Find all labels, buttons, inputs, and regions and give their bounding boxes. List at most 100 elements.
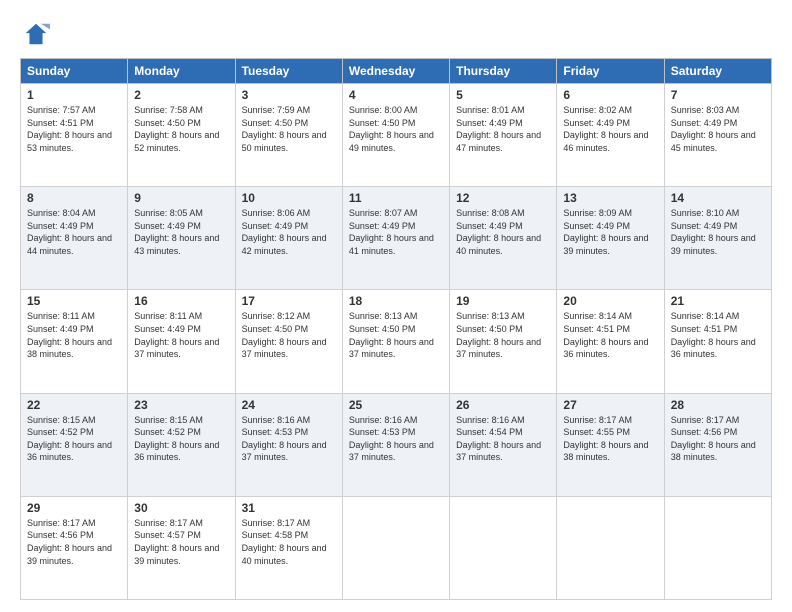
day-info: Sunrise: 8:15 AM Sunset: 4:52 PM Dayligh…	[134, 414, 228, 464]
table-row: 27 Sunrise: 8:17 AM Sunset: 4:55 PM Dayl…	[557, 393, 664, 496]
day-info: Sunrise: 8:05 AM Sunset: 4:49 PM Dayligh…	[134, 207, 228, 257]
page: Sunday Monday Tuesday Wednesday Thursday…	[0, 0, 792, 612]
day-number: 3	[242, 88, 336, 102]
table-row: 26 Sunrise: 8:16 AM Sunset: 4:54 PM Dayl…	[450, 393, 557, 496]
table-row: 18 Sunrise: 8:13 AM Sunset: 4:50 PM Dayl…	[342, 290, 449, 393]
table-row: 8 Sunrise: 8:04 AM Sunset: 4:49 PM Dayli…	[21, 187, 128, 290]
day-number: 19	[456, 294, 550, 308]
table-row	[450, 496, 557, 599]
day-number: 11	[349, 191, 443, 205]
day-info: Sunrise: 8:06 AM Sunset: 4:49 PM Dayligh…	[242, 207, 336, 257]
day-number: 26	[456, 398, 550, 412]
day-info: Sunrise: 8:17 AM Sunset: 4:56 PM Dayligh…	[27, 517, 121, 567]
day-number: 17	[242, 294, 336, 308]
table-row: 5 Sunrise: 8:01 AM Sunset: 4:49 PM Dayli…	[450, 84, 557, 187]
day-info: Sunrise: 8:10 AM Sunset: 4:49 PM Dayligh…	[671, 207, 765, 257]
day-info: Sunrise: 8:03 AM Sunset: 4:49 PM Dayligh…	[671, 104, 765, 154]
day-number: 5	[456, 88, 550, 102]
table-row	[557, 496, 664, 599]
day-info: Sunrise: 8:11 AM Sunset: 4:49 PM Dayligh…	[134, 310, 228, 360]
day-number: 29	[27, 501, 121, 515]
day-info: Sunrise: 8:16 AM Sunset: 4:53 PM Dayligh…	[349, 414, 443, 464]
day-info: Sunrise: 8:16 AM Sunset: 4:54 PM Dayligh…	[456, 414, 550, 464]
day-info: Sunrise: 8:13 AM Sunset: 4:50 PM Dayligh…	[456, 310, 550, 360]
col-saturday: Saturday	[664, 59, 771, 84]
day-info: Sunrise: 8:14 AM Sunset: 4:51 PM Dayligh…	[671, 310, 765, 360]
day-info: Sunrise: 8:02 AM Sunset: 4:49 PM Dayligh…	[563, 104, 657, 154]
table-row: 20 Sunrise: 8:14 AM Sunset: 4:51 PM Dayl…	[557, 290, 664, 393]
table-row: 2 Sunrise: 7:58 AM Sunset: 4:50 PM Dayli…	[128, 84, 235, 187]
table-row: 4 Sunrise: 8:00 AM Sunset: 4:50 PM Dayli…	[342, 84, 449, 187]
day-info: Sunrise: 8:15 AM Sunset: 4:52 PM Dayligh…	[27, 414, 121, 464]
day-number: 7	[671, 88, 765, 102]
table-row: 6 Sunrise: 8:02 AM Sunset: 4:49 PM Dayli…	[557, 84, 664, 187]
day-number: 13	[563, 191, 657, 205]
table-row: 3 Sunrise: 7:59 AM Sunset: 4:50 PM Dayli…	[235, 84, 342, 187]
day-number: 14	[671, 191, 765, 205]
table-row: 1 Sunrise: 7:57 AM Sunset: 4:51 PM Dayli…	[21, 84, 128, 187]
col-monday: Monday	[128, 59, 235, 84]
table-row: 17 Sunrise: 8:12 AM Sunset: 4:50 PM Dayl…	[235, 290, 342, 393]
day-number: 16	[134, 294, 228, 308]
day-number: 6	[563, 88, 657, 102]
table-row: 10 Sunrise: 8:06 AM Sunset: 4:49 PM Dayl…	[235, 187, 342, 290]
table-row	[342, 496, 449, 599]
day-number: 30	[134, 501, 228, 515]
day-number: 15	[27, 294, 121, 308]
table-row: 12 Sunrise: 8:08 AM Sunset: 4:49 PM Dayl…	[450, 187, 557, 290]
day-number: 31	[242, 501, 336, 515]
day-number: 27	[563, 398, 657, 412]
day-number: 8	[27, 191, 121, 205]
day-number: 18	[349, 294, 443, 308]
col-friday: Friday	[557, 59, 664, 84]
table-row: 13 Sunrise: 8:09 AM Sunset: 4:49 PM Dayl…	[557, 187, 664, 290]
day-info: Sunrise: 7:59 AM Sunset: 4:50 PM Dayligh…	[242, 104, 336, 154]
calendar-week-row: 8 Sunrise: 8:04 AM Sunset: 4:49 PM Dayli…	[21, 187, 772, 290]
table-row: 28 Sunrise: 8:17 AM Sunset: 4:56 PM Dayl…	[664, 393, 771, 496]
calendar-header-row: Sunday Monday Tuesday Wednesday Thursday…	[21, 59, 772, 84]
table-row: 30 Sunrise: 8:17 AM Sunset: 4:57 PM Dayl…	[128, 496, 235, 599]
day-number: 25	[349, 398, 443, 412]
table-row: 19 Sunrise: 8:13 AM Sunset: 4:50 PM Dayl…	[450, 290, 557, 393]
day-info: Sunrise: 7:58 AM Sunset: 4:50 PM Dayligh…	[134, 104, 228, 154]
calendar-week-row: 15 Sunrise: 8:11 AM Sunset: 4:49 PM Dayl…	[21, 290, 772, 393]
table-row: 24 Sunrise: 8:16 AM Sunset: 4:53 PM Dayl…	[235, 393, 342, 496]
calendar-week-row: 1 Sunrise: 7:57 AM Sunset: 4:51 PM Dayli…	[21, 84, 772, 187]
table-row: 23 Sunrise: 8:15 AM Sunset: 4:52 PM Dayl…	[128, 393, 235, 496]
table-row: 16 Sunrise: 8:11 AM Sunset: 4:49 PM Dayl…	[128, 290, 235, 393]
day-info: Sunrise: 8:14 AM Sunset: 4:51 PM Dayligh…	[563, 310, 657, 360]
day-info: Sunrise: 8:13 AM Sunset: 4:50 PM Dayligh…	[349, 310, 443, 360]
table-row: 29 Sunrise: 8:17 AM Sunset: 4:56 PM Dayl…	[21, 496, 128, 599]
day-number: 12	[456, 191, 550, 205]
calendar-week-row: 22 Sunrise: 8:15 AM Sunset: 4:52 PM Dayl…	[21, 393, 772, 496]
day-info: Sunrise: 8:11 AM Sunset: 4:49 PM Dayligh…	[27, 310, 121, 360]
col-sunday: Sunday	[21, 59, 128, 84]
table-row	[664, 496, 771, 599]
header	[20, 16, 772, 48]
table-row: 9 Sunrise: 8:05 AM Sunset: 4:49 PM Dayli…	[128, 187, 235, 290]
calendar-week-row: 29 Sunrise: 8:17 AM Sunset: 4:56 PM Dayl…	[21, 496, 772, 599]
day-info: Sunrise: 8:09 AM Sunset: 4:49 PM Dayligh…	[563, 207, 657, 257]
col-thursday: Thursday	[450, 59, 557, 84]
day-number: 20	[563, 294, 657, 308]
day-number: 28	[671, 398, 765, 412]
table-row: 21 Sunrise: 8:14 AM Sunset: 4:51 PM Dayl…	[664, 290, 771, 393]
day-info: Sunrise: 8:01 AM Sunset: 4:49 PM Dayligh…	[456, 104, 550, 154]
day-number: 21	[671, 294, 765, 308]
day-number: 22	[27, 398, 121, 412]
table-row: 14 Sunrise: 8:10 AM Sunset: 4:49 PM Dayl…	[664, 187, 771, 290]
day-info: Sunrise: 8:04 AM Sunset: 4:49 PM Dayligh…	[27, 207, 121, 257]
day-info: Sunrise: 8:17 AM Sunset: 4:57 PM Dayligh…	[134, 517, 228, 567]
day-info: Sunrise: 8:16 AM Sunset: 4:53 PM Dayligh…	[242, 414, 336, 464]
day-info: Sunrise: 8:07 AM Sunset: 4:49 PM Dayligh…	[349, 207, 443, 257]
day-info: Sunrise: 8:08 AM Sunset: 4:49 PM Dayligh…	[456, 207, 550, 257]
table-row: 15 Sunrise: 8:11 AM Sunset: 4:49 PM Dayl…	[21, 290, 128, 393]
table-row: 22 Sunrise: 8:15 AM Sunset: 4:52 PM Dayl…	[21, 393, 128, 496]
logo	[20, 20, 50, 48]
day-info: Sunrise: 8:17 AM Sunset: 4:55 PM Dayligh…	[563, 414, 657, 464]
calendar-table: Sunday Monday Tuesday Wednesday Thursday…	[20, 58, 772, 600]
day-info: Sunrise: 7:57 AM Sunset: 4:51 PM Dayligh…	[27, 104, 121, 154]
col-wednesday: Wednesday	[342, 59, 449, 84]
day-number: 2	[134, 88, 228, 102]
table-row: 11 Sunrise: 8:07 AM Sunset: 4:49 PM Dayl…	[342, 187, 449, 290]
